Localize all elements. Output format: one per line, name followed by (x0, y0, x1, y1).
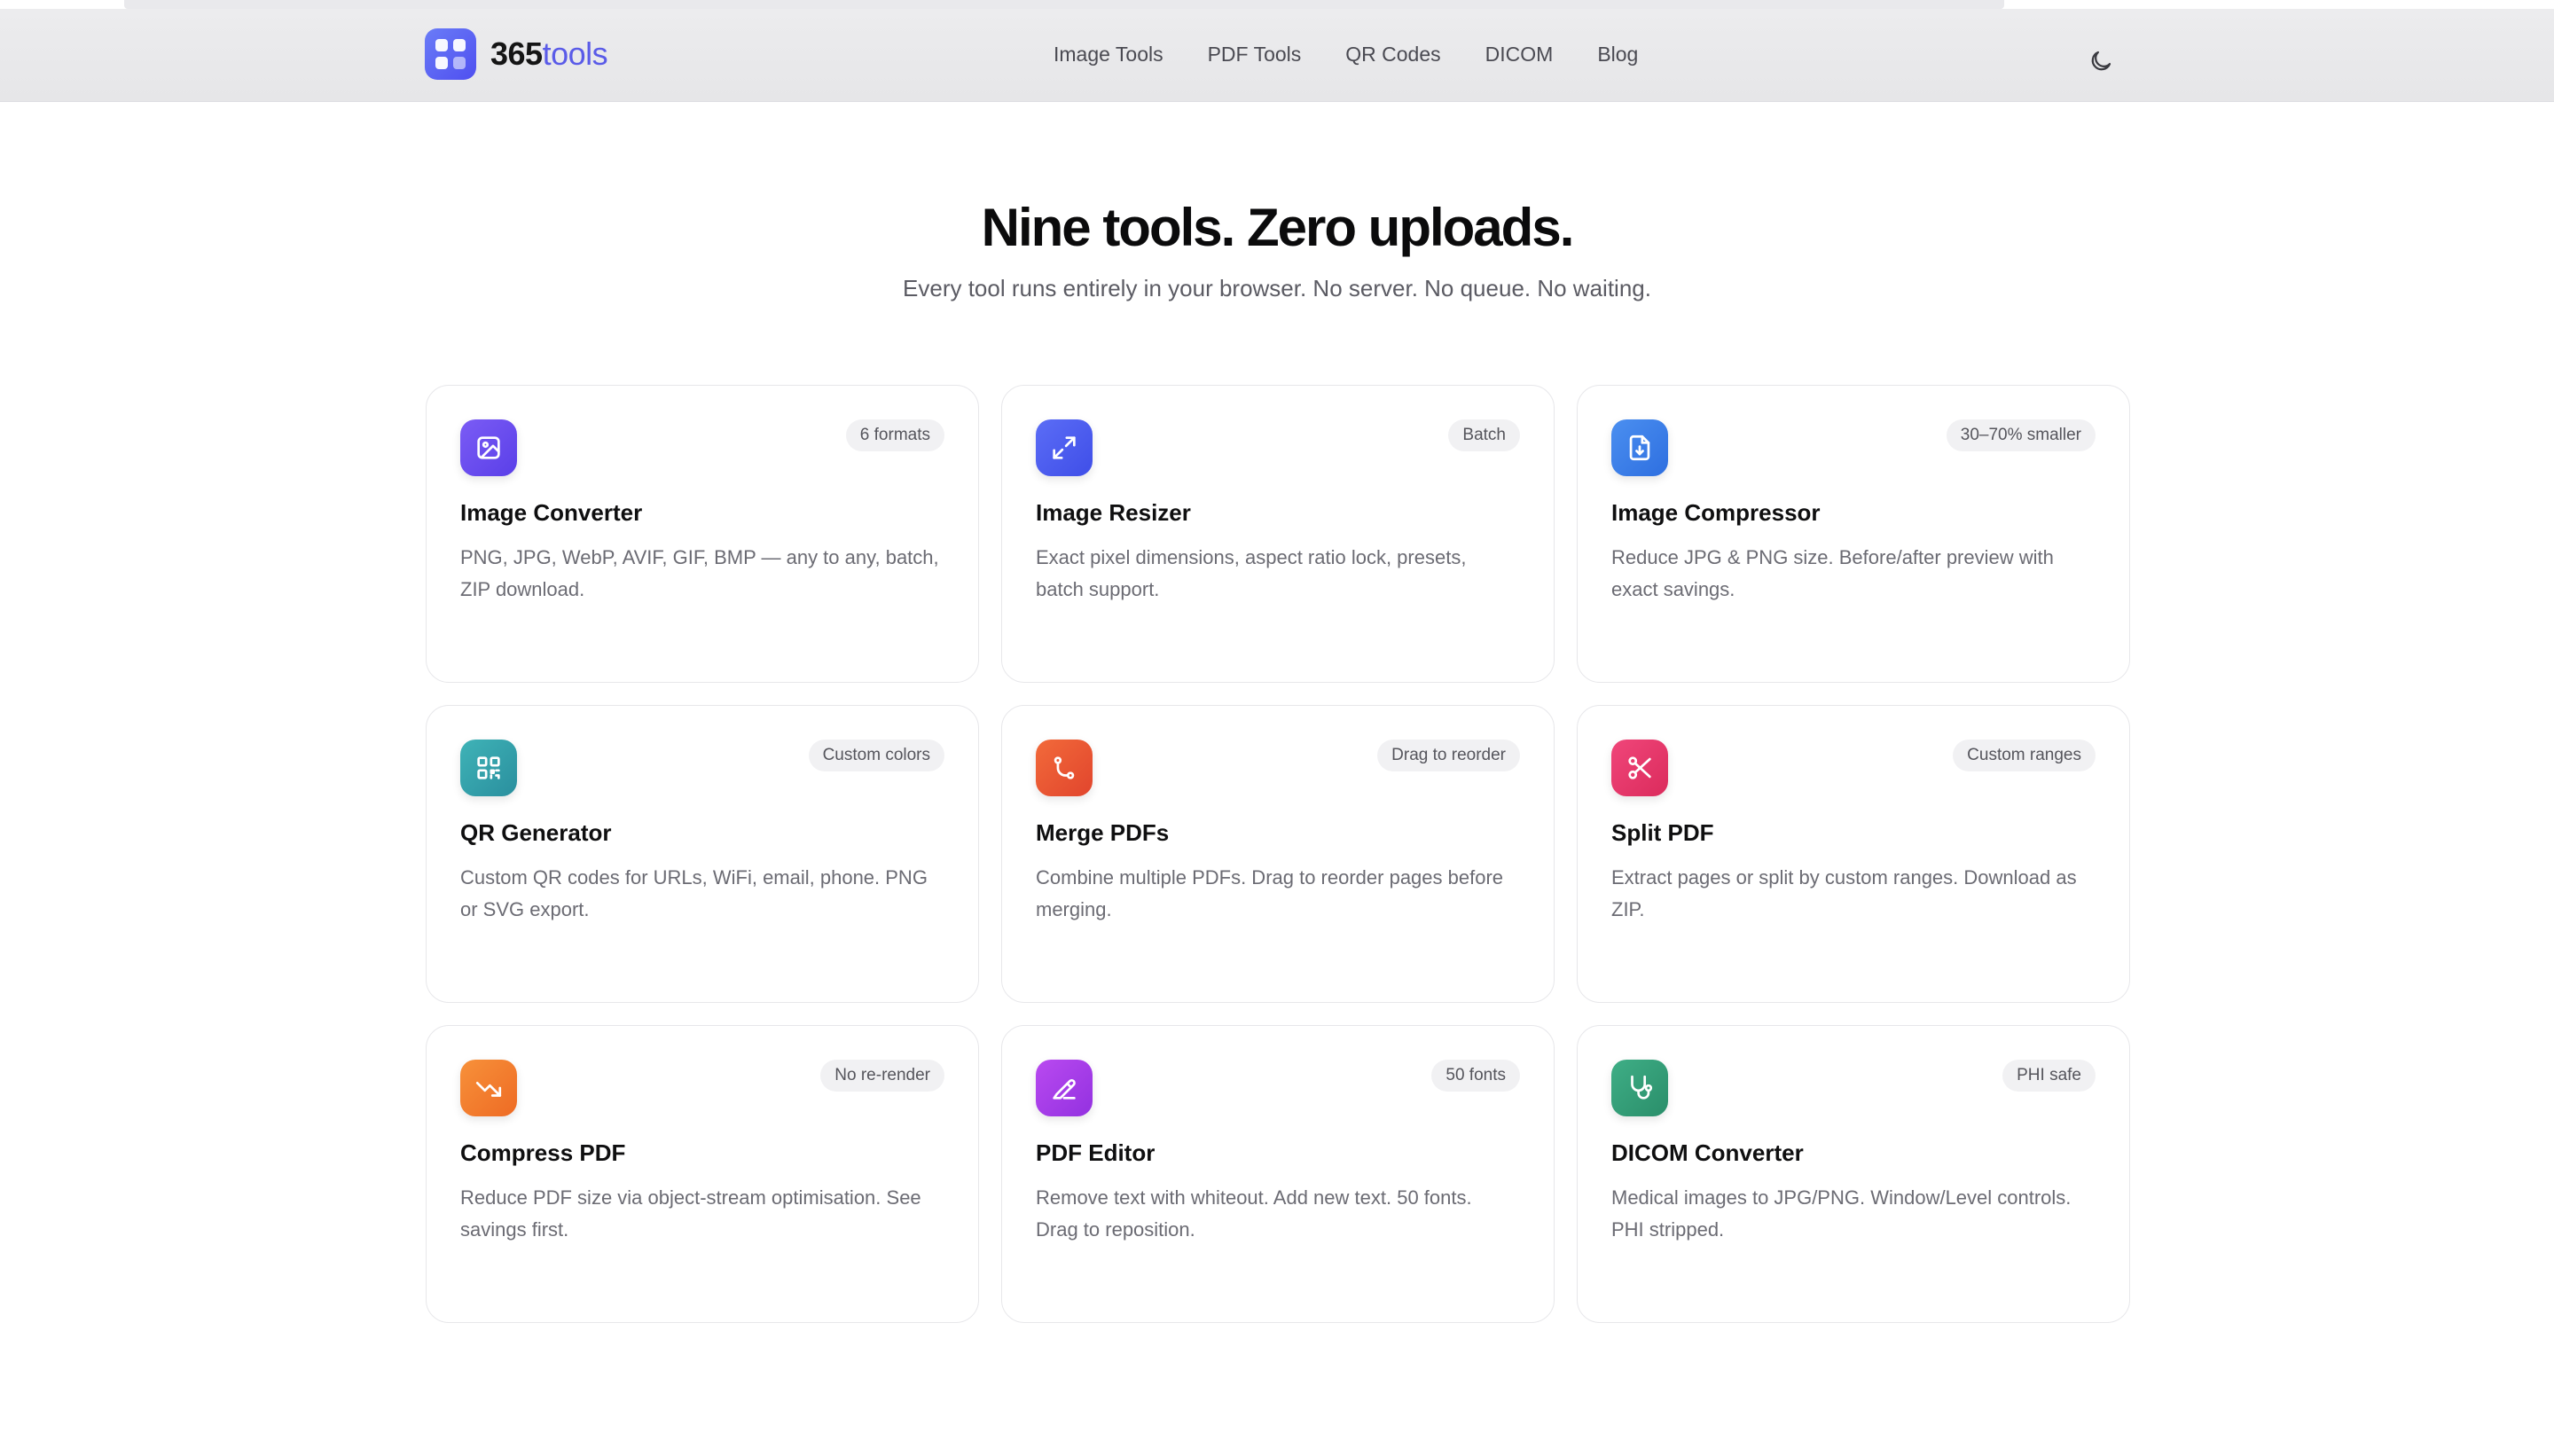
tool-description: Combine multiple PDFs. Drag to reorder p… (1036, 866, 1504, 920)
tool-title: Merge PDFs (1036, 819, 1170, 846)
tool-badge: Custom colors (808, 740, 944, 771)
tool-title: Image Converter (460, 499, 643, 526)
tool-badge: PHI safe (2002, 1060, 2096, 1092)
tool-description: Reduce PDF size via object-stream optimi… (460, 1186, 921, 1241)
brand-logo-link[interactable]: 365tools (425, 28, 608, 80)
tool-title: Image Resizer (1036, 499, 1191, 526)
nav-qr-codes[interactable]: QR Codes (1345, 43, 1440, 67)
file-download-icon (1611, 419, 1668, 476)
tool-card-merge-pdfs[interactable]: Drag to reorder Merge PDFs Combine multipl… (1001, 705, 1555, 1003)
tool-card-image-converter[interactable]: 6 formats Image Converter PNG, JPG, WebP, … (426, 385, 979, 683)
tool-description: Remove text with whiteout. Add new text.… (1036, 1186, 1472, 1241)
tool-card-qr-generator[interactable]: Custom colors QR Generator Custom QR codes… (426, 705, 979, 1003)
tool-title: DICOM Converter (1611, 1139, 1804, 1166)
qr-code-icon (460, 740, 517, 796)
nav-dicom[interactable]: DICOM (1485, 43, 1554, 67)
tool-badge: Batch (1448, 419, 1520, 451)
tool-description: Reduce JPG & PNG size. Before/after prev… (1611, 546, 2054, 600)
page-title: Nine tools. Zero uploads. (981, 198, 1575, 257)
moon-icon (2091, 51, 2111, 71)
nav-image-tools[interactable]: Image Tools (1054, 43, 1163, 67)
tool-badge: 6 formats (845, 419, 944, 451)
nav-pdf-tools[interactable]: PDF Tools (1208, 43, 1302, 67)
tool-title: Image Compressor (1611, 499, 1821, 526)
tool-title: Compress PDF (460, 1139, 626, 1166)
stethoscope-icon (1611, 1060, 1668, 1116)
tool-badge: Drag to reorder (1377, 740, 1520, 771)
tool-card-image-resizer[interactable]: Batch Image Resizer Exact pixel dimensions… (1001, 385, 1555, 683)
expand-icon (1036, 419, 1093, 476)
tool-title: QR Generator (460, 819, 612, 846)
tool-card-image-compressor[interactable]: 30–70% smaller Image Compressor Reduce JPG… (1577, 385, 2130, 683)
tool-card-dicom-converter[interactable]: PHI safe DICOM Converter Medical images to… (1577, 1025, 2130, 1323)
brand-number: 365 (490, 35, 543, 72)
brand-name: 365tools (490, 35, 608, 73)
tool-title: Split PDF (1611, 819, 1714, 846)
theme-toggle-button[interactable] (2088, 48, 2114, 74)
tool-title: PDF Editor (1036, 1139, 1156, 1166)
page-subtitle: Every tool runs entirely in your browser… (903, 275, 1651, 301)
tool-card-compress-pdf[interactable]: No re-render Compress PDF Reduce PDF size … (426, 1025, 979, 1323)
tool-badge: 50 fonts (1431, 1060, 1520, 1092)
tool-description: Custom QR codes for URLs, WiFi, email, p… (460, 866, 928, 920)
main-nav: Image Tools PDF Tools QR Codes DICOM Blo… (1054, 43, 1638, 67)
tool-description: PNG, JPG, WebP, AVIF, GIF, BMP — any to … (460, 546, 939, 600)
site-header: 365tools Image Tools PDF Tools QR Codes … (0, 9, 2554, 102)
tool-description: Medical images to JPG/PNG. Window/Level … (1611, 1186, 2072, 1241)
tool-description: Exact pixel dimensions, aspect ratio loc… (1036, 546, 1467, 600)
tools-grid: 6 formats Image Converter PNG, JPG, WebP, … (426, 385, 2130, 1323)
tool-card-split-pdf[interactable]: Custom ranges Split PDF Extract pages or s… (1577, 705, 2130, 1003)
tool-badge: Custom ranges (1953, 740, 2096, 771)
tool-card-pdf-editor[interactable]: 50 fonts PDF Editor Remove text with white… (1001, 1025, 1555, 1323)
image-icon (460, 419, 517, 476)
tool-description: Extract pages or split by custom ranges.… (1611, 866, 2077, 920)
trend-down-icon (460, 1060, 517, 1116)
browser-top-strip (0, 0, 2554, 9)
merge-icon (1036, 740, 1093, 796)
pen-icon (1036, 1060, 1093, 1116)
brand-word: tools (542, 35, 608, 72)
tool-badge: 30–70% smaller (1946, 419, 2096, 451)
tool-badge: No re-render (820, 1060, 944, 1092)
grid-logo-icon (425, 28, 476, 80)
nav-blog[interactable]: Blog (1597, 43, 1638, 67)
scissors-icon (1611, 740, 1668, 796)
top-strip-bar (124, 0, 2004, 9)
